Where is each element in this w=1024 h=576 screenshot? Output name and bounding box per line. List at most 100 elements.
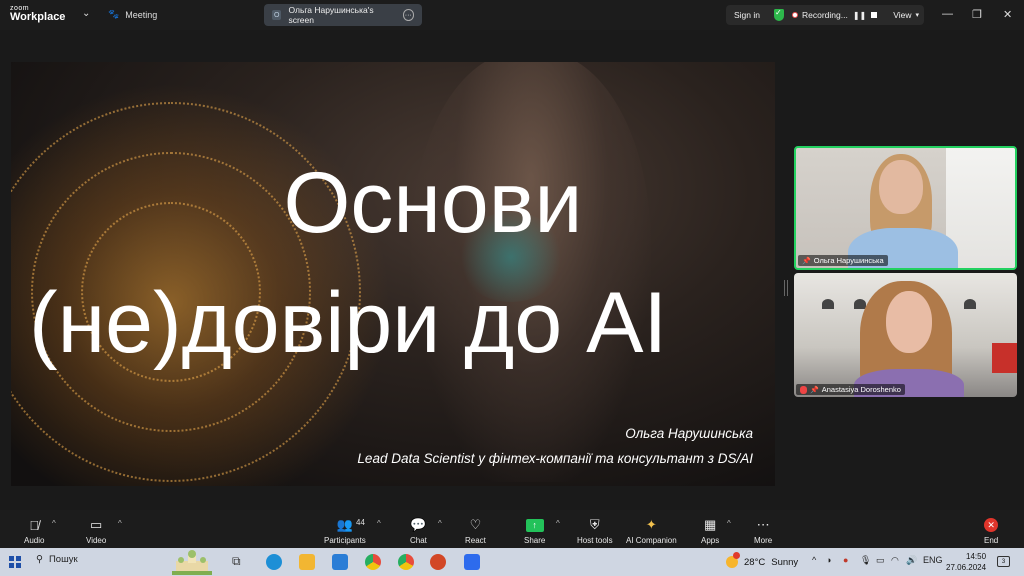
mic-muted-icon [800,385,807,394]
more-label: More [754,536,773,545]
tile-background-lamp [822,299,834,309]
chrome-icon[interactable] [365,554,381,570]
weather-widget[interactable]: 28°C Sunny [726,552,799,568]
sign-in-button[interactable]: Sign in [734,10,760,20]
screen-share-icon: O [272,10,282,20]
chevron-down-icon[interactable]: ▾ [916,11,920,19]
tray-network-icon[interactable]: ▭ [876,555,885,566]
slide-author-role: Lead Data Scientist у фінтех-компанії та… [357,451,753,466]
tray-mic-icon[interactable]: 🎙 [860,555,871,566]
task-view-icon[interactable]: ⧉ [232,554,248,570]
chrome-profile-icon[interactable] [398,554,414,570]
taskbar-clock[interactable]: 14:50 27.06.2024 [946,552,986,574]
panel-resize-handle[interactable] [784,280,788,296]
mic-off-icon: 🎙̸ [29,517,40,533]
shield-icon: ⛨ [589,517,600,532]
video-label: Video [86,536,107,545]
participant-name-tag: 📌 Ольга Нарушинська [798,255,888,266]
chat-icon: 💬 [410,517,427,532]
notification-count: 3 [1001,558,1006,565]
weather-temp: 28°C [744,556,766,568]
more-icon[interactable]: ··· [402,9,414,21]
shield-check-icon[interactable] [774,8,784,21]
host-tools-button[interactable]: ⛨ Host tools [577,516,613,545]
tray-language[interactable]: ENG [923,555,943,565]
video-icon: ▭ [90,517,103,532]
apps-label: Apps [701,536,720,545]
tile-background-object [992,343,1017,373]
stop-icon[interactable] [871,12,878,18]
participants-label: Participants [324,536,366,545]
video-button[interactable]: ▭ Video [86,516,106,545]
pin-icon: 📌 [810,386,819,394]
participant-tile[interactable]: 📌 Anastasiya Doroshenko [794,273,1017,397]
recording-label: Recording... [802,10,848,20]
view-button[interactable]: View [893,10,911,20]
chat-label: Chat [410,536,427,545]
edge-browser-icon[interactable] [266,554,282,570]
apps-options-caret-icon[interactable]: ^ [727,519,731,528]
react-button[interactable]: ♡ React [465,516,486,545]
share-button[interactable]: ↑ Share [524,516,545,545]
participant-name: Ольга Нарушинська [813,256,884,265]
end-button[interactable]: ✕ End [984,516,998,545]
participant-name: Anastasiya Doroshenko [821,385,901,394]
participant-tile[interactable]: 📌 Ольга Нарушинська [794,146,1017,270]
tray-recording-icon[interactable]: ● [843,555,848,565]
file-explorer-icon[interactable] [299,554,315,570]
participant-video-face [886,291,932,353]
participants-options-caret-icon[interactable]: ^ [377,519,381,528]
chat-button[interactable]: 💬 Chat [410,516,427,545]
ai-companion-button[interactable]: ✦ AI Companion [626,516,677,545]
pin-icon: 📌 [802,257,811,265]
sun-icon [726,552,740,568]
notification-center-icon[interactable]: 3 [997,556,1010,567]
taskbar-search[interactable]: ⚲ Пошук [36,554,78,565]
tray-volume-icon[interactable]: 🔊 [906,555,917,566]
share-options-caret-icon[interactable]: ^ [556,519,560,528]
ai-companion-label: AI Companion [626,536,677,545]
minimize-icon[interactable]: — [942,8,953,20]
screen-share-pill[interactable]: O Ольга Нарушинська's screen ··· [264,4,422,26]
audio-label: Audio [24,536,45,545]
chevron-down-icon[interactable]: ⌄ [82,8,90,19]
zoom-app-icon[interactable] [464,554,480,570]
close-icon[interactable]: ✕ [1003,8,1012,21]
mail-icon[interactable] [332,554,348,570]
slide-title-line-2: (не)довіри до AI [29,275,668,371]
audio-options-caret-icon[interactable]: ^ [52,519,56,528]
taskbar-time: 14:50 [966,552,987,561]
tray-chevron-up-icon[interactable]: ^ [812,555,816,565]
ellipsis-icon: ⋯ [756,517,770,532]
weather-text: Sunny [771,556,799,568]
pause-icon[interactable]: ❚❚ [853,11,866,20]
recording-group: Sign in Recording... ❚❚ View ▾ [726,5,924,25]
chat-options-caret-icon[interactable]: ^ [438,519,442,528]
presentation-slide: Основи (не)довіри до AI Ольга Нарушинськ… [11,62,775,486]
participants-icon: 👥 [336,517,353,532]
meeting-toolbar: 🎙̸ Audio ^ ▭ Video ^ 👥 Participants 44 ^… [0,510,1024,548]
host-tools-label: Host tools [577,536,613,545]
meeting-label: Meeting [125,9,158,20]
search-icon: ⚲ [36,554,43,565]
zoom-workplace-logo: zoom Workplace [10,5,65,23]
apps-icon: ▦ [703,517,717,532]
tray-app-icon[interactable]: ◑ [826,555,831,565]
zoom-top-bar: zoom Workplace ⌄ 🐾 Meeting O Ольга Наруш… [0,0,1024,30]
recording-indicator-icon [792,12,798,18]
screen-share-label: Ольга Нарушинська's screen [288,5,374,25]
tray-wifi-icon[interactable]: ◠ [891,555,899,566]
meeting-menu[interactable]: 🐾 Meeting [108,9,157,20]
share-label: Share [524,536,546,545]
more-button[interactable]: ⋯ More [754,516,772,545]
maximize-icon[interactable]: ❐ [972,8,982,21]
participant-name-tag: 📌 Anastasiya Doroshenko [796,384,905,395]
apps-button[interactable]: ▦ Apps [701,516,719,545]
windows-start-icon[interactable] [9,556,21,568]
powerpoint-icon[interactable] [430,554,446,570]
sparkle-icon: ✦ [645,517,657,532]
participants-count: 44 [356,518,365,527]
audio-button[interactable]: 🎙̸ Audio [24,516,45,546]
video-options-caret-icon[interactable]: ^ [118,519,122,528]
slide-title-line-1: Основи [283,155,583,251]
